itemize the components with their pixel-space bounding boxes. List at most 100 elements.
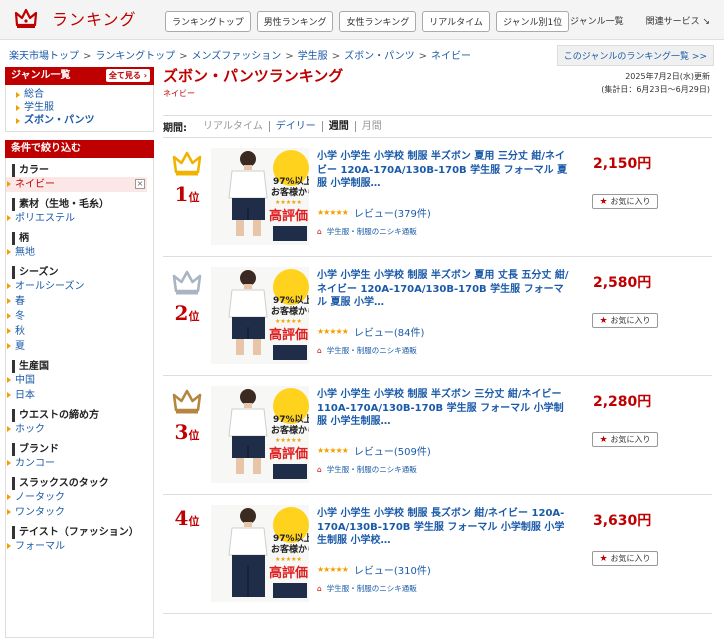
nav-female-ranking[interactable]: 女性ランキング: [339, 11, 417, 32]
filter-item-autumn[interactable]: 秋: [6, 324, 153, 339]
favorite-button[interactable]: ★ お気に入り: [592, 551, 658, 566]
breadcrumb-separator: >: [83, 51, 92, 62]
genre-link-student-uniform[interactable]: 学生服: [12, 101, 153, 114]
genre-link-pants[interactable]: ズボン・パンツ: [12, 114, 153, 127]
breadcrumb-separator: >: [331, 51, 341, 62]
filter-item-japan[interactable]: 日本: [6, 388, 153, 403]
update-info: 2025年7月2日(水)更新 (集計日：6月23日〜6月29日): [601, 70, 710, 96]
shop-info: ⌂ 学生服・制服のニシキ通販: [317, 226, 417, 237]
shop-link[interactable]: 学生服・制服のニシキ通販: [327, 583, 417, 594]
badge-line3: 高評価: [269, 327, 308, 343]
filter-item-label: ネイビー: [15, 179, 55, 190]
nav-male-ranking[interactable]: 男性ランキング: [256, 11, 334, 32]
star-rating-icon: ★★★★★: [317, 446, 349, 455]
filter-item-all-season[interactable]: オールシーズン: [6, 279, 153, 294]
favorite-label: お気に入り: [610, 316, 651, 325]
review-link[interactable]: レビュー(84件): [354, 324, 425, 339]
genre-link-all[interactable]: 総合: [12, 88, 153, 101]
filter-item-solid[interactable]: 無地: [6, 245, 153, 260]
favorite-label: お気に入り: [610, 554, 651, 563]
favorite-button[interactable]: ★ お気に入り: [592, 432, 658, 447]
filter-item-navy[interactable]: ネイビー ×: [6, 177, 147, 192]
genre-list-title: ジャンル一覧: [11, 70, 71, 81]
clear-filter-icon[interactable]: ×: [135, 179, 145, 189]
product-price: 3,630円: [593, 513, 652, 529]
star-icon: ★: [599, 434, 608, 445]
rank-number: 3位: [169, 421, 205, 447]
product-image: 97%以上の お客様から ★★★★★ 高評価: [211, 386, 309, 483]
breadcrumb-separator: >: [179, 51, 188, 62]
filter-item-no-tuck[interactable]: ノータック: [6, 490, 153, 505]
product-image: 97%以上の お客様から ★★★★★ 高評価: [211, 267, 309, 364]
breadcrumb-item[interactable]: 楽天市場トップ: [9, 51, 79, 62]
favorite-label: お気に入り: [610, 197, 651, 206]
shop-link[interactable]: 学生服・制服のニシキ通販: [327, 226, 417, 237]
star-icon: ★: [599, 315, 608, 326]
filter-group-title: シーズン: [19, 267, 59, 278]
breadcrumb-item[interactable]: メンズファッション: [191, 51, 281, 62]
filter-group-title: 柄: [19, 233, 29, 244]
filter-item-formal[interactable]: フォーマル: [6, 539, 153, 554]
logo[interactable]: ランキング: [14, 6, 137, 30]
filter-item-summer[interactable]: 夏: [6, 339, 153, 354]
filter-item-winter[interactable]: 冬: [6, 309, 153, 324]
ranking-item: 3位 97%以上の お客様から ★★★★★ 高評価 小学 小学生 小学校 制服 …: [163, 376, 712, 495]
star-rating-icon: ★★★★★: [317, 565, 349, 574]
review-link[interactable]: レビュー(310件): [354, 562, 431, 577]
filter-item-hook[interactable]: ホック: [6, 422, 153, 437]
badge-line3: 高評価: [269, 565, 308, 581]
filter-group-color: カラー: [12, 164, 153, 177]
filter-item-one-tuck[interactable]: ワンタック: [6, 505, 153, 520]
product-name-link[interactable]: 小学 小学生 小学校 制服 長ズボン 紺/ネイビー 120A-170A/130B…: [317, 507, 569, 548]
favorite-button[interactable]: ★ お気に入り: [592, 313, 658, 328]
product-thumbnail[interactable]: 97%以上の お客様から ★★★★★ 高評価: [211, 386, 309, 483]
filter-item-polyester[interactable]: ポリエステル: [6, 211, 153, 226]
filter-item-kanko[interactable]: カンコー: [6, 456, 153, 471]
period-daily[interactable]: デイリー: [270, 121, 323, 132]
sidebar: ジャンル一覧 全て見る › 総合 学生服 ズボン・パンツ 条件で絞り込む カラー…: [5, 67, 154, 638]
product-name-link[interactable]: 小学 小学生 小学校 制服 半ズボン 三分丈 紺/ネイビー 110A-170A/…: [317, 388, 569, 429]
genre-list-link[interactable]: ジャンル一覧: [570, 14, 624, 27]
product-thumbnail[interactable]: 97%以上の お客様から ★★★★★ 高評価: [211, 267, 309, 364]
breadcrumb-separator: >: [285, 51, 294, 62]
related-services-link[interactable]: 関連サービス ↘: [646, 14, 710, 27]
header-bar: ランキング ランキングトップ 男性ランキング 女性ランキング リアルタイム ジャ…: [0, 0, 724, 40]
product-price: 2,280円: [593, 394, 652, 410]
product-name-link[interactable]: 小学 小学生 小学校 制服 半ズボン 夏用 三分丈 紺/ネイビー 120A-17…: [317, 150, 569, 191]
shop-link[interactable]: 学生服・制服のニシキ通販: [327, 345, 417, 356]
filter-group-waist: ウエストの締め方: [12, 409, 153, 422]
star-rating-icon: ★★★★★: [317, 208, 349, 217]
ranking-list: 1位 97%以上の お客様から ★★★★★ 高評価 小学 小学生 小学校 制服 …: [163, 137, 712, 614]
filter-item-china[interactable]: 中国: [6, 373, 153, 388]
product-thumbnail[interactable]: 97%以上の お客様から ★★★★★ 高評価: [211, 505, 309, 602]
filter-group-tuck: スラックスのタック: [12, 477, 153, 490]
breadcrumb-item[interactable]: ランキングトップ: [95, 51, 175, 62]
genre-ranking-list-button[interactable]: このジャンルのランキング一覧 >>: [556, 45, 714, 66]
period-monthly[interactable]: 月間: [356, 121, 388, 132]
product-thumbnail[interactable]: 97%以上の お客様から ★★★★★ 高評価: [211, 148, 309, 245]
review-summary: ★★★★★ レビュー(310件): [317, 562, 431, 577]
breadcrumb-item[interactable]: ズボン・パンツ: [344, 51, 415, 62]
period-realtime[interactable]: リアルタイム: [197, 121, 270, 132]
shop-link[interactable]: 学生服・制服のニシキ通販: [327, 464, 417, 475]
breadcrumb-item[interactable]: 学生服: [298, 51, 328, 62]
rank-value: 1: [174, 182, 189, 206]
period-label: 期間:: [163, 123, 187, 134]
badge-stars: ★★★★★: [275, 437, 302, 444]
filter-item-spring[interactable]: 春: [6, 294, 153, 309]
product-name-link[interactable]: 小学 小学生 小学校 制服 半ズボン 夏用 丈長 五分丈 紺/ネイビー 120A…: [317, 269, 569, 310]
product-image: 97%以上の お客様から ★★★★★ 高評価: [211, 148, 309, 245]
nav-realtime[interactable]: リアルタイム: [422, 11, 490, 32]
filter-group-origin: 生産国: [12, 360, 153, 373]
shop-icon: ⌂: [317, 346, 322, 355]
crown-icon: [172, 270, 202, 295]
favorite-button[interactable]: ★ お気に入り: [592, 194, 658, 209]
breadcrumb-item[interactable]: ネイビー: [431, 51, 471, 62]
show-all-button[interactable]: 全て見る ›: [105, 69, 150, 82]
ranking-item: 1位 97%以上の お客様から ★★★★★ 高評価 小学 小学生 小学校 制服 …: [163, 138, 712, 257]
nav-ranking-top[interactable]: ランキングトップ: [165, 11, 251, 32]
genre-list: 総合 学生服 ズボン・パンツ: [5, 85, 154, 132]
review-link[interactable]: レビュー(379件): [354, 205, 431, 220]
review-link[interactable]: レビュー(509件): [354, 443, 431, 458]
star-rating-icon: ★★★★★: [317, 327, 349, 336]
